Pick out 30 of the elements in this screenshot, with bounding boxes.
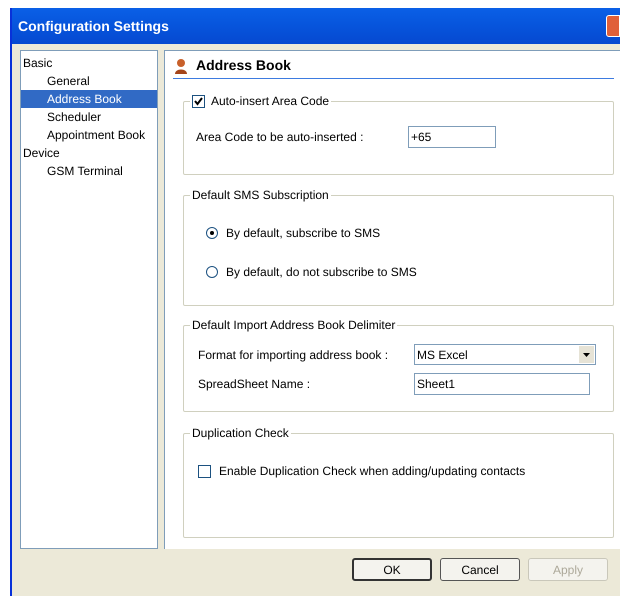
dialog-button[interactable]: Cancel xyxy=(440,558,520,581)
tree-item[interactable]: General xyxy=(21,72,157,90)
radio-label: By default, do not subscribe to SMS xyxy=(226,264,417,281)
dialog-button[interactable]: OK xyxy=(352,558,432,581)
radio-label: By default, subscribe to SMS xyxy=(226,225,380,242)
group-title: Default SMS Subscription xyxy=(191,187,330,204)
checkbox-label: Auto-insert Area Code xyxy=(211,93,330,110)
group-title: Duplication Check xyxy=(191,425,290,442)
radio-button[interactable] xyxy=(206,266,218,278)
field-label: Format for importing address book : xyxy=(198,346,390,364)
field-label: Area Code to be auto-inserted : xyxy=(196,129,364,146)
tree-item[interactable]: Address Book xyxy=(21,90,157,108)
checkbox-label: Enable Duplication Check when adding/updating contacts xyxy=(219,463,526,480)
group-title: Default Import Address Book Delimiter xyxy=(191,317,396,334)
tree-item[interactable]: Scheduler xyxy=(21,108,157,126)
input-field[interactable]: Sheet1 xyxy=(414,373,590,395)
tree-item[interactable]: Basic xyxy=(21,54,157,72)
checkbox[interactable] xyxy=(198,464,211,478)
field-label: SpreadSheet Name : xyxy=(198,376,312,393)
close-button[interactable] xyxy=(606,15,620,37)
tree-item[interactable]: GSM Terminal xyxy=(21,162,157,180)
person-icon xyxy=(174,58,188,74)
tree-item[interactable]: Appointment Book xyxy=(21,126,157,144)
window-title: Configuration Settings xyxy=(18,16,169,36)
input-field[interactable]: +65 xyxy=(408,126,496,148)
tree-item[interactable]: Device xyxy=(21,144,157,162)
format-dropdown[interactable]: MS Excel xyxy=(414,344,596,365)
checkbox[interactable] xyxy=(192,94,205,108)
page-title: Address Book xyxy=(196,56,291,75)
radio-button[interactable] xyxy=(206,227,218,239)
